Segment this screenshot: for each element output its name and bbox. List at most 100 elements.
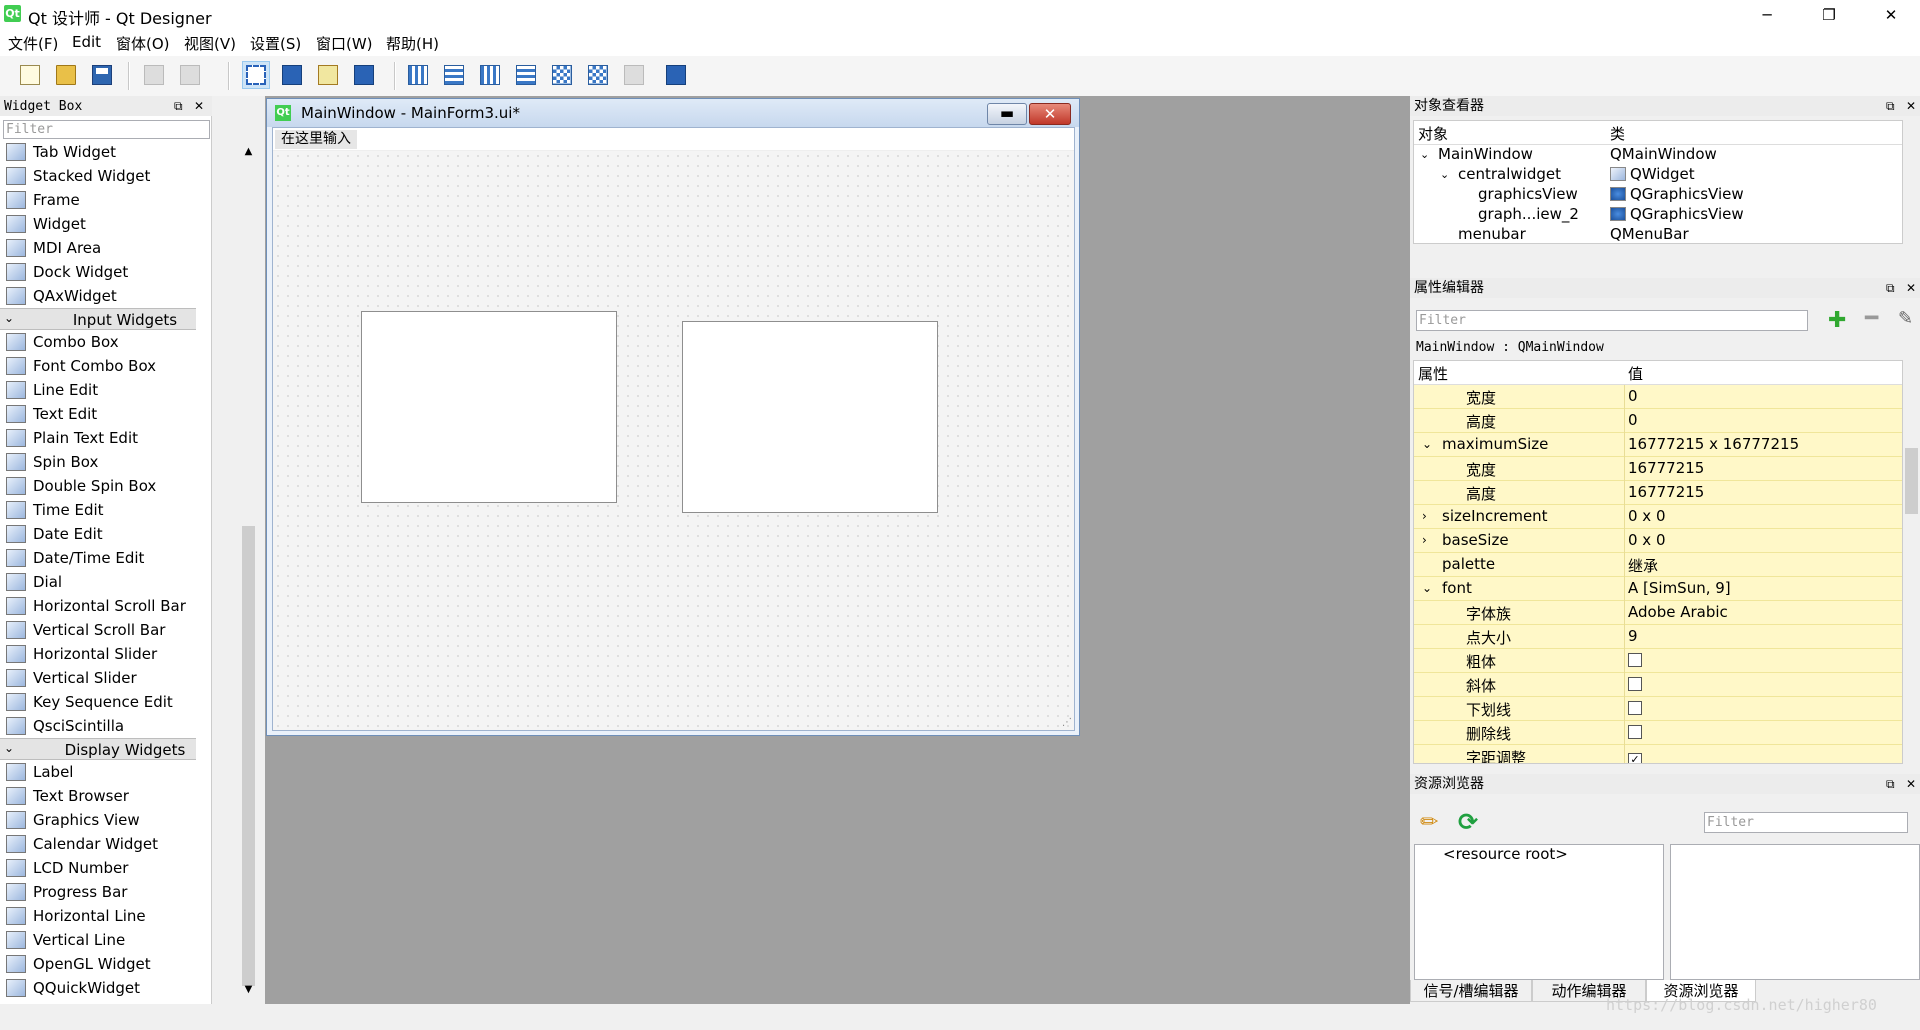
menu-view[interactable]: 视图(V) [184, 33, 236, 54]
property-row[interactable]: 粗体 [1414, 649, 1902, 673]
property-checkbox[interactable] [1628, 677, 1642, 691]
lay-out-vertical-splitter-icon[interactable] [512, 61, 540, 89]
form-titlebar[interactable]: Qt MainWindow - MainForm3.ui* ▬ ✕ [267, 99, 1079, 127]
object-tree-row[interactable]: graphicsView QGraphicsView [1414, 185, 1902, 205]
widget-box-item[interactable]: OpenGL Widget [0, 952, 196, 976]
widget-box-item[interactable]: Line Edit [0, 378, 196, 402]
menu-edit[interactable]: Edit [72, 33, 101, 51]
chevron-right-icon[interactable]: › [1422, 533, 1427, 547]
widget-box-item[interactable]: Horizontal Line [0, 904, 196, 928]
property-value[interactable]: 0 x 0 [1628, 507, 1666, 525]
widget-category[interactable]: ⌄ Display Widgets [0, 738, 196, 760]
widget-box-item[interactable]: Text Edit [0, 402, 196, 426]
widget-box-item[interactable]: Graphics View [0, 808, 196, 832]
widget-box-item[interactable]: Dock Widget [0, 260, 196, 284]
chevron-down-icon[interactable]: ⌄ [1420, 148, 1429, 161]
widget-box-item[interactable]: QAxWidget [0, 284, 196, 308]
property-row[interactable]: 下划线 [1414, 697, 1902, 721]
property-row[interactable]: 宽度 16777215 [1414, 457, 1902, 481]
resource-root-item[interactable]: <resource root> [1443, 845, 1568, 863]
reload-icon[interactable]: ⟳ [1458, 808, 1478, 836]
widget-box-item[interactable]: QsciScintilla [0, 714, 196, 738]
property-value[interactable]: A [SimSun, 9] [1628, 579, 1731, 597]
property-row[interactable]: 字距调整 ✓ [1414, 745, 1902, 763]
bring-to-front-icon[interactable] [140, 61, 168, 89]
configure-tool-icon[interactable]: ✎ [1898, 308, 1913, 329]
property-row[interactable]: 斜体 [1414, 673, 1902, 697]
resource-filter-input[interactable]: Filter [1704, 812, 1908, 833]
adjust-size-icon[interactable] [662, 61, 690, 89]
form-menu-type-here[interactable]: 在这里输入 [275, 130, 357, 149]
property-row[interactable]: ⌄ maximumSize 16777215 x 16777215 [1414, 433, 1902, 457]
widget-box-item[interactable]: Text Browser [0, 784, 196, 808]
widget-box-item[interactable]: Vertical Scroll Bar [0, 618, 196, 642]
widget-box-item[interactable]: Frame [0, 188, 196, 212]
property-value[interactable] [1628, 723, 1642, 741]
widget-box-item[interactable]: Plain Text Edit [0, 426, 196, 450]
property-value[interactable] [1628, 675, 1642, 693]
widget-box-item[interactable]: Vertical Line [0, 928, 196, 952]
property-filter-input[interactable]: Filter [1416, 310, 1808, 331]
menu-file[interactable]: 文件(F) [8, 33, 58, 54]
edit-tab-order-icon[interactable] [350, 61, 378, 89]
lay-out-vertically-icon[interactable] [440, 61, 468, 89]
menu-form[interactable]: 窗体(O) [116, 33, 170, 54]
property-row[interactable]: 删除线 [1414, 721, 1902, 745]
lay-out-horizontally-icon[interactable] [404, 61, 432, 89]
resize-grip-icon[interactable]: ⋰ [1062, 717, 1072, 728]
object-tree-row[interactable]: ⌄ MainWindow QMainWindow [1414, 145, 1902, 165]
scrollbar-thumb[interactable] [1905, 448, 1918, 514]
remove-dynamic-property-icon[interactable]: ━ [1865, 306, 1878, 331]
edit-widgets-icon[interactable] [242, 61, 270, 89]
property-row[interactable]: › sizeIncrement 0 x 0 [1414, 505, 1902, 529]
open-form-icon[interactable] [52, 61, 80, 89]
edit-signals-slots-icon[interactable] [278, 61, 306, 89]
menu-settings[interactable]: 设置(S) [250, 33, 301, 54]
chevron-down-icon[interactable]: ⌄ [1440, 168, 1449, 181]
property-value[interactable]: 9 [1628, 627, 1638, 645]
save-form-icon[interactable] [88, 61, 116, 89]
property-checkbox[interactable] [1628, 701, 1642, 715]
object-tree-row[interactable]: menubar QMenuBar [1414, 225, 1902, 243]
widget-box-item[interactable]: Double Spin Box [0, 474, 196, 498]
widget-box-item[interactable]: Calendar Widget [0, 832, 196, 856]
property-value[interactable]: 继承 [1628, 555, 1658, 576]
property-row[interactable]: ⌄ font A [SimSun, 9] [1414, 577, 1902, 601]
close-button[interactable]: ✕ [1868, 0, 1914, 30]
break-layout-icon[interactable] [620, 61, 648, 89]
property-row[interactable]: 宽度 0 [1414, 385, 1902, 409]
property-value[interactable]: 0 x 0 [1628, 531, 1666, 549]
widget-box-item[interactable]: Vertical Slider [0, 666, 196, 690]
widget-box-item[interactable]: Key Sequence Edit [0, 690, 196, 714]
widget-box-item[interactable]: Time Edit [0, 498, 196, 522]
graphics-view-1[interactable] [361, 311, 617, 503]
property-value[interactable]: 16777215 [1628, 483, 1704, 501]
widget-box-item[interactable]: Stacked Widget [0, 164, 196, 188]
close-icon[interactable]: ✕ [1906, 774, 1916, 794]
form-close-button[interactable]: ✕ [1029, 103, 1071, 125]
form-canvas[interactable]: ⋰ [273, 151, 1074, 730]
float-icon[interactable]: ⧉ [174, 96, 183, 116]
widget-box-scrollbar[interactable]: ▲ ▼ [240, 146, 257, 1002]
close-icon[interactable]: ✕ [1906, 96, 1916, 116]
float-icon[interactable]: ⧉ [1886, 774, 1895, 794]
float-icon[interactable]: ⧉ [1886, 278, 1895, 298]
property-value[interactable]: Adobe Arabic [1628, 603, 1728, 621]
widget-box-item[interactable]: Combo Box [0, 330, 196, 354]
widget-box-item[interactable]: Tab Widget [0, 140, 196, 164]
property-checkbox[interactable] [1628, 653, 1642, 667]
lay-out-form-icon[interactable] [584, 61, 612, 89]
graphics-view-2[interactable] [682, 321, 938, 513]
property-checkbox[interactable] [1628, 725, 1642, 739]
property-table-scrollbar[interactable] [1903, 360, 1920, 764]
form-minimize-button[interactable]: ▬ [987, 103, 1027, 125]
property-row[interactable]: 字体族 Adobe Arabic [1414, 601, 1902, 625]
property-value[interactable]: ✓ [1628, 747, 1642, 763]
chevron-right-icon[interactable]: › [1422, 509, 1427, 523]
chevron-down-icon[interactable]: ⌄ [1422, 437, 1432, 451]
object-inspector-scrollbar[interactable] [1903, 120, 1920, 244]
property-row[interactable]: 点大小 9 [1414, 625, 1902, 649]
property-value[interactable]: 16777215 [1628, 459, 1704, 477]
widget-box-item[interactable]: Date Edit [0, 522, 196, 546]
object-tree-row[interactable]: graph...iew_2 QGraphicsView [1414, 205, 1902, 225]
